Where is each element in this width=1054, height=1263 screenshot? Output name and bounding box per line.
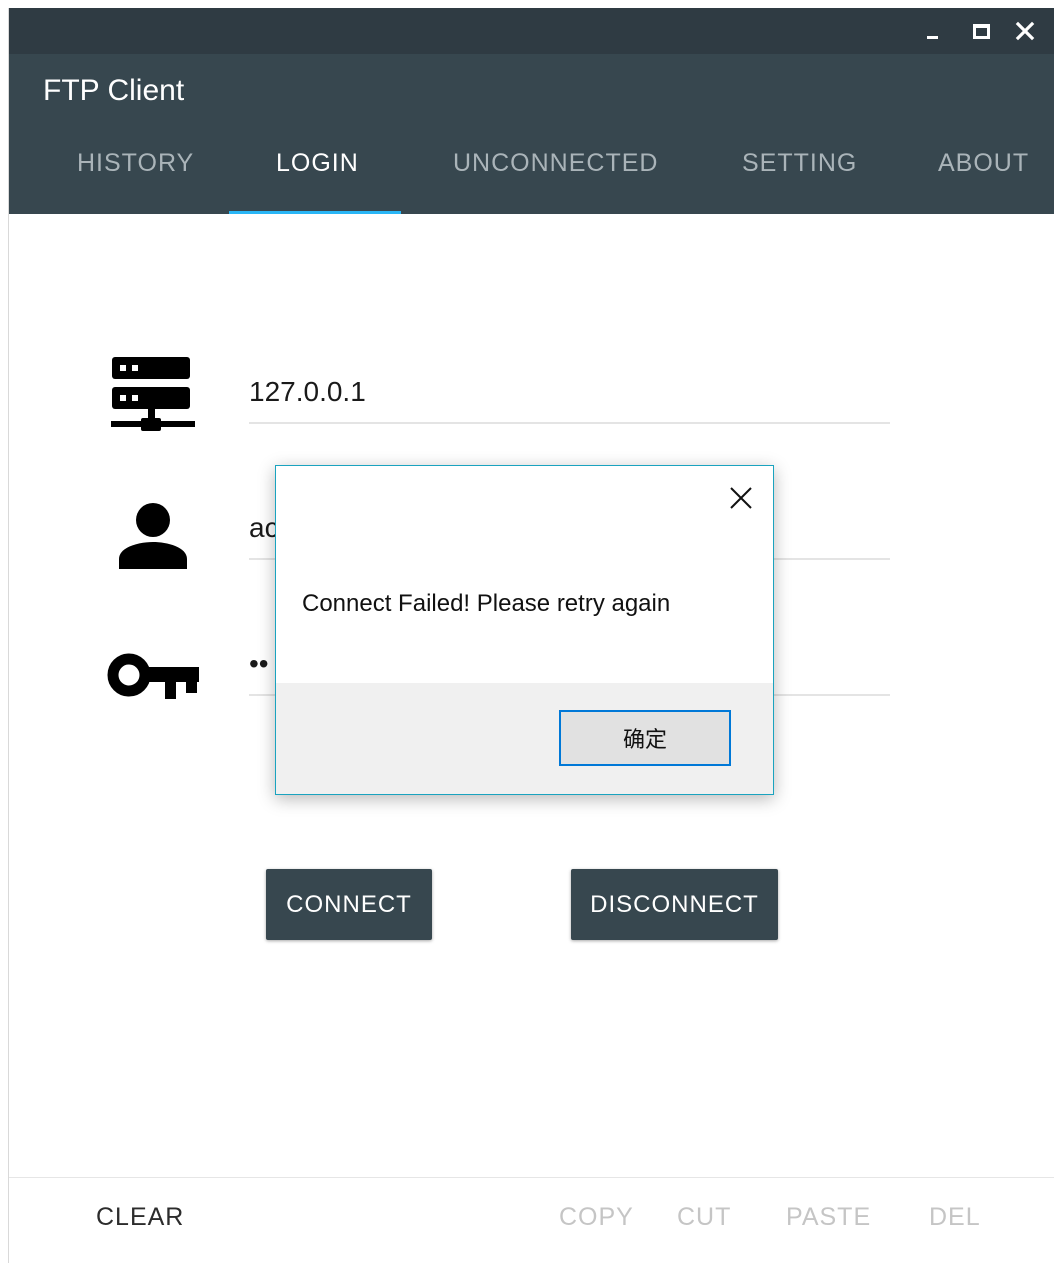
bottom-divider [9, 1177, 1054, 1178]
disconnect-button[interactable]: DISCONNECT [571, 869, 778, 940]
clear-button[interactable]: CLEAR [96, 1203, 184, 1232]
key-icon [107, 653, 199, 699]
minimize-icon [926, 35, 938, 39]
del-button[interactable]: DEL [929, 1203, 981, 1232]
dialog-footer: 确定 [276, 683, 773, 794]
host-field[interactable]: 127.0.0.1 [249, 366, 890, 424]
tab-setting[interactable]: SETTING [742, 149, 857, 189]
ok-button[interactable]: 确定 [559, 710, 731, 766]
dialog-close-button[interactable] [723, 480, 759, 516]
error-dialog: Connect Failed! Please retry again 确定 [275, 465, 774, 795]
cut-button[interactable]: CUT [677, 1203, 731, 1232]
minimize-button[interactable] [912, 8, 952, 54]
connect-button[interactable]: CONNECT [266, 869, 432, 940]
maximize-icon [972, 23, 990, 39]
tab-history[interactable]: HISTORY [77, 149, 194, 189]
server-icon [111, 357, 195, 431]
app-title: FTP Client [43, 74, 185, 107]
user-icon [119, 503, 187, 569]
active-tab-indicator [229, 211, 401, 214]
window-title-bar [9, 8, 1054, 54]
copy-button[interactable]: COPY [559, 1203, 634, 1232]
close-window-button[interactable] [1005, 8, 1045, 54]
tab-unconnected[interactable]: UNCONNECTED [453, 149, 658, 189]
app-header: FTP Client HISTORY LOGIN UNCONNECTED SET… [9, 54, 1054, 214]
paste-button[interactable]: PASTE [786, 1203, 871, 1232]
ftp-client-window: FTP Client HISTORY LOGIN UNCONNECTED SET… [8, 8, 1054, 1263]
dialog-message: Connect Failed! Please retry again [302, 590, 671, 617]
tab-login[interactable]: LOGIN [276, 149, 359, 189]
close-icon [730, 487, 752, 509]
close-icon [1015, 21, 1035, 41]
tab-about[interactable]: ABOUT [938, 149, 1029, 189]
maximize-button[interactable] [961, 8, 1001, 54]
